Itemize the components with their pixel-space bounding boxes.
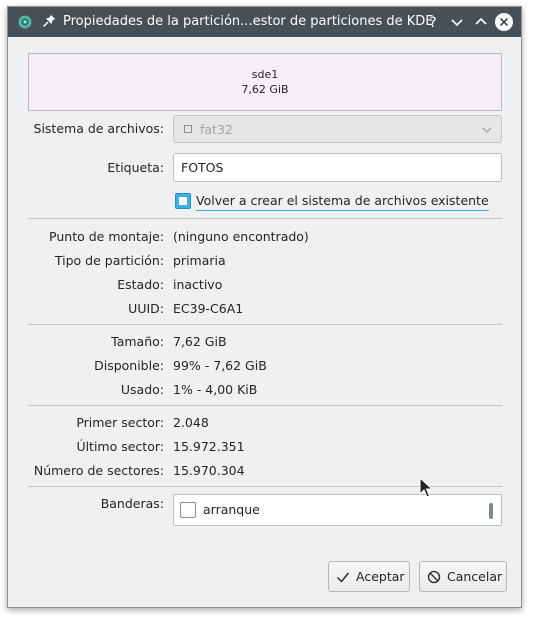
- partition-name: sde1: [251, 68, 279, 81]
- used-label: Usado:: [120, 382, 164, 397]
- cancel-button[interactable]: Cancelar: [419, 561, 507, 592]
- label-input-value: FOTOS: [181, 160, 224, 175]
- window-title: Propiedades de la partición...estor de p…: [63, 14, 434, 29]
- partitionmanager-app-icon: [18, 15, 32, 29]
- uuid-value: EC39-C6A1: [173, 301, 244, 316]
- ok-button[interactable]: Aceptar: [328, 561, 410, 592]
- checkmark-icon: [337, 572, 350, 583]
- partition-type-label: Tipo de partición:: [54, 253, 164, 268]
- last-sector-label: Último sector:: [76, 439, 164, 454]
- mouse-cursor-icon: [419, 477, 433, 498]
- available-value: 99% - 7,62 GiB: [173, 358, 267, 373]
- maximize-button[interactable]: [472, 13, 490, 31]
- filesystem-combobox[interactable]: fat32: [173, 115, 502, 143]
- partition-properties-dialog: Propiedades de la partición...estor de p…: [7, 6, 522, 608]
- chevron-down-icon: [482, 127, 492, 133]
- first-sector-label: Primer sector:: [76, 415, 164, 430]
- state-label: Estado:: [117, 277, 164, 292]
- separator: [28, 218, 502, 219]
- last-sector-value: 15.972.351: [173, 439, 245, 454]
- close-button[interactable]: [495, 13, 513, 31]
- recreate-filesystem-label[interactable]: Volver a crear el sistema de archivos ex…: [196, 193, 489, 211]
- uuid-label: UUID:: [128, 301, 164, 316]
- available-label: Disponible:: [94, 358, 164, 373]
- separator: [28, 324, 502, 325]
- recreate-filesystem-checkbox[interactable]: [175, 193, 191, 209]
- filesystem-value: fat32: [200, 122, 233, 137]
- sector-count-value: 15.970.304: [173, 463, 245, 478]
- svg-text:?: ?: [429, 15, 436, 31]
- mount-point-value: (ninguno encontrado): [173, 229, 309, 244]
- mount-point-label: Punto de montaje:: [49, 229, 164, 244]
- cancel-icon: [427, 570, 441, 584]
- minimize-button[interactable]: [448, 13, 466, 31]
- flags-scrollbar[interactable]: [489, 503, 493, 519]
- partition-type-value: primaria: [173, 253, 226, 268]
- flag-boot-label[interactable]: arranque: [203, 502, 260, 517]
- ok-button-label: Aceptar: [356, 569, 405, 584]
- size-label: Tamaño:: [111, 334, 164, 349]
- label-label: Etiqueta:: [107, 160, 164, 175]
- used-value: 1% - 4,00 KiB: [173, 382, 258, 397]
- state-value: inactivo: [173, 277, 223, 292]
- partition-graphic: sde1 7,62 GiB: [28, 53, 502, 111]
- label-input[interactable]: FOTOS: [173, 153, 502, 182]
- size-value: 7,62 GiB: [173, 334, 227, 349]
- pin-icon[interactable]: [42, 14, 56, 30]
- filesystem-label: Sistema de archivos:: [33, 121, 164, 136]
- first-sector-value: 2.048: [173, 415, 209, 430]
- help-button[interactable]: ?: [424, 13, 442, 31]
- title-bar[interactable]: Propiedades de la partición...estor de p…: [8, 7, 521, 37]
- cancel-button-label: Cancelar: [447, 569, 503, 584]
- sector-count-label: Número de sectores:: [33, 463, 164, 478]
- flags-list[interactable]: arranque: [173, 494, 502, 526]
- separator: [28, 405, 502, 406]
- flag-boot-checkbox[interactable]: [180, 502, 196, 518]
- filesystem-icon: [184, 125, 192, 133]
- partition-size: 7,62 GiB: [241, 83, 289, 96]
- flags-label: Banderas:: [100, 496, 164, 511]
